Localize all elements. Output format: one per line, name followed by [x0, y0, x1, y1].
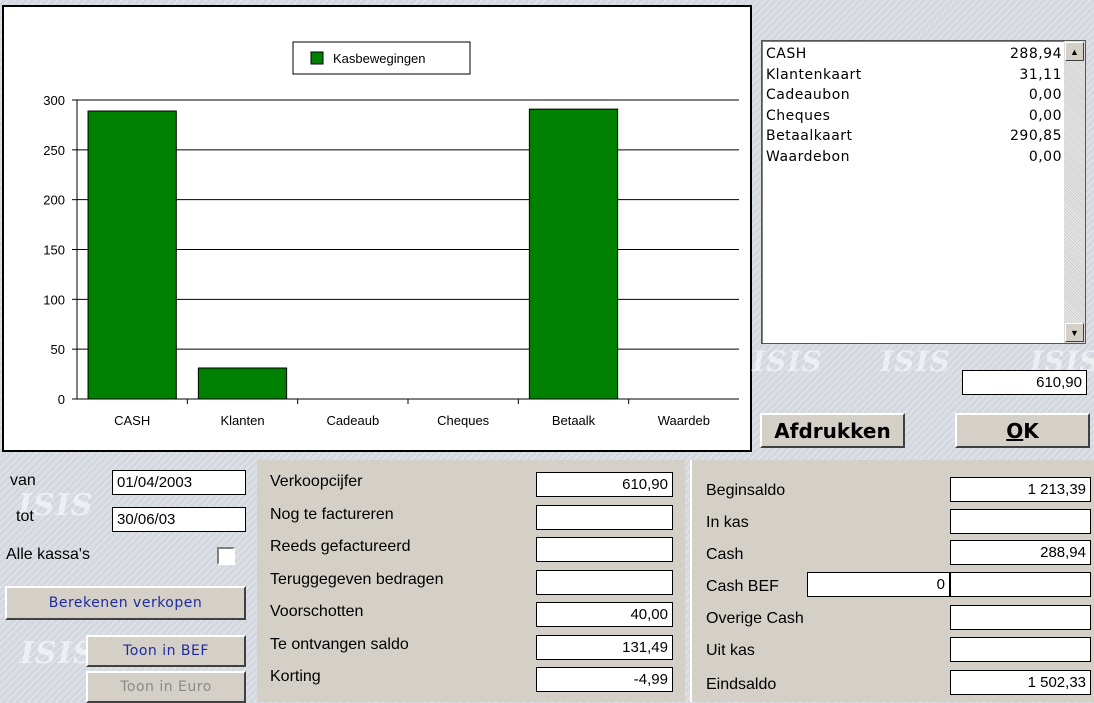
listbox-item[interactable]: Waardebon 0,00 — [766, 149, 1062, 169]
total-field: 610,90 — [962, 370, 1087, 395]
sales-row-value — [536, 504, 673, 530]
listbox-item-value: 0,00 — [1028, 148, 1062, 165]
sales-row-value — [536, 569, 673, 595]
period-panel: ISIS ISIS van 01/04/2003 tot 30/06/03 Al… — [0, 458, 253, 703]
cash-field: 288,94 — [950, 540, 1091, 565]
in-register-label: In kas — [706, 514, 749, 531]
chart-y-tick-label: 50 — [51, 342, 65, 357]
print-button[interactable]: Afdrukken — [760, 413, 905, 448]
calculate-sales-label: Berekenen verkopen — [48, 595, 203, 611]
sales-row-value: -4,99 — [536, 667, 673, 692]
sales-row-label: Nog te factureren — [270, 505, 394, 523]
listbox-item-name: Waardebon — [766, 148, 850, 165]
cash-bef-label: Cash BEF — [706, 578, 779, 595]
sales-row-value: 610,90 — [536, 472, 673, 497]
cash-bef-field — [950, 572, 1091, 597]
sales-row-label: Te ontvangen saldo — [270, 635, 409, 653]
chart-y-tick-label: 150 — [43, 243, 65, 258]
listbox-item-name: Betaalkaart — [766, 128, 853, 144]
end-balance-field: 1 502,33 — [950, 670, 1091, 695]
chart-x-tick-label: Waardeb — [658, 413, 710, 428]
show-bef-button[interactable]: Toon in BEF — [86, 635, 246, 667]
chart-x-tick-label: CASH — [114, 413, 150, 428]
to-label: tot — [16, 508, 34, 525]
listbox-item[interactable]: Cheques 0,00 — [766, 108, 1062, 128]
ok-button[interactable]: OK — [955, 413, 1090, 448]
other-cash-label: Overige Cash — [706, 610, 804, 627]
sales-panel: Verkoopcijfer 610,90 Nog te factureren Reed… — [257, 460, 685, 702]
show-bef-label: Toon in BEF — [123, 643, 209, 659]
other-cash-field[interactable] — [950, 605, 1091, 630]
chart-y-tick-label: 100 — [43, 292, 65, 307]
cash-bef-input[interactable]: 0 — [807, 572, 950, 597]
end-balance-label: Eindsaldo — [706, 676, 777, 693]
chart-bar — [528, 108, 619, 400]
listbox-item-value: 288,94 — [1010, 46, 1062, 62]
sales-row-value: 40,00 — [536, 602, 673, 627]
scroll-down-icon[interactable]: ▼ — [1065, 323, 1084, 342]
chart-canvas: 0 50 100 150 200 250 300 CASH Klanten Cadeaub Cheq… — [43, 41, 739, 428]
listbox-item-value: 0,00 — [1028, 87, 1062, 103]
bar-chart: 0 50 100 150 200 250 300 CASH Klanten Cadeaub Cheq… — [2, 5, 752, 452]
chart-x-tick-label: Cheques — [437, 413, 490, 428]
sales-row-label: Korting — [270, 668, 321, 685]
show-euro-button: Toon in Euro — [86, 671, 246, 703]
begin-balance-label: Beginsaldo — [706, 482, 786, 499]
all-registers-label: Alle kassa's — [6, 546, 90, 563]
begin-balance-field: 1 213,39 — [950, 477, 1091, 502]
listbox-item-value: 0,00 — [1028, 107, 1062, 124]
chart-legend-swatch — [310, 51, 324, 65]
from-label: van — [10, 472, 36, 489]
cash-label: Cash — [706, 546, 744, 563]
chart-y-tick-label: 300 — [43, 93, 65, 108]
sales-row-value: 131,49 — [536, 634, 673, 660]
sales-row-label: Reeds gefactureerd — [270, 538, 411, 555]
out-register-field[interactable] — [950, 637, 1091, 662]
payment-type-listbox[interactable]: CASH 288,94 Klantenkaart 31,11 Cadeaubon 0,00… — [761, 40, 1086, 344]
show-euro-label: Toon in Euro — [120, 679, 212, 695]
scroll-up-icon[interactable]: ▲ — [1065, 42, 1084, 61]
listbox-item[interactable]: Klantenkaart 31,11 — [766, 67, 1062, 87]
watermark-logo: ISIS — [752, 345, 823, 378]
sales-row-label: Teruggegeven bedragen — [270, 570, 444, 588]
listbox-item-name: CASH — [766, 46, 807, 62]
chart-bar — [87, 110, 177, 400]
chart-y-tick-label: 0 — [58, 392, 65, 407]
listbox-item[interactable]: Betaalkaart 290,85 — [766, 128, 1062, 148]
listbox-item-value: 290,85 — [1010, 128, 1062, 144]
listbox-item[interactable]: Cadeaubon 0,00 — [766, 87, 1062, 107]
chart-y-tick-label: 250 — [43, 143, 65, 158]
listbox-item-name: Cadeaubon — [766, 87, 851, 103]
watermark-logo: ISIS — [20, 636, 96, 671]
chart-x-tick-label: Betaalk — [552, 413, 596, 428]
listbox-item-value: 31,11 — [1019, 66, 1062, 83]
in-register-field[interactable] — [950, 509, 1091, 534]
listbox-scrollbar[interactable]: ▲ ▼ — [1064, 41, 1085, 343]
print-button-label: Afdrukken — [774, 418, 891, 443]
sales-row-value — [536, 537, 673, 562]
ok-button-label: OK — [1006, 418, 1039, 443]
out-register-label: Uit kas — [706, 642, 755, 659]
listbox-item-name: Cheques — [766, 107, 831, 124]
watermark-logo: ISIS — [880, 345, 951, 378]
chart-bar — [197, 367, 288, 400]
chart-y-tick-label: 200 — [43, 193, 65, 208]
all-registers-checkbox[interactable] — [217, 547, 235, 565]
chart-x-tick-label: Klanten — [220, 413, 264, 428]
listbox-item-name: Klantenkaart — [766, 66, 862, 83]
from-date-input[interactable]: 01/04/2003 — [112, 470, 246, 495]
listbox-item[interactable]: CASH 288,94 — [766, 46, 1062, 66]
sales-row-label: Voorschotten — [270, 603, 364, 620]
chart-x-tick-label: Cadeaub — [326, 413, 379, 428]
to-date-input[interactable]: 30/06/03 — [112, 507, 246, 532]
calculate-sales-button[interactable]: Berekenen verkopen — [5, 586, 246, 620]
balance-panel: Beginsaldo 1 213,39 In kas Cash 288,94 C… — [690, 460, 1094, 702]
sales-row-label: Verkoopcijfer — [270, 473, 363, 490]
chart-legend-label: Kasbewegingen — [333, 51, 426, 66]
